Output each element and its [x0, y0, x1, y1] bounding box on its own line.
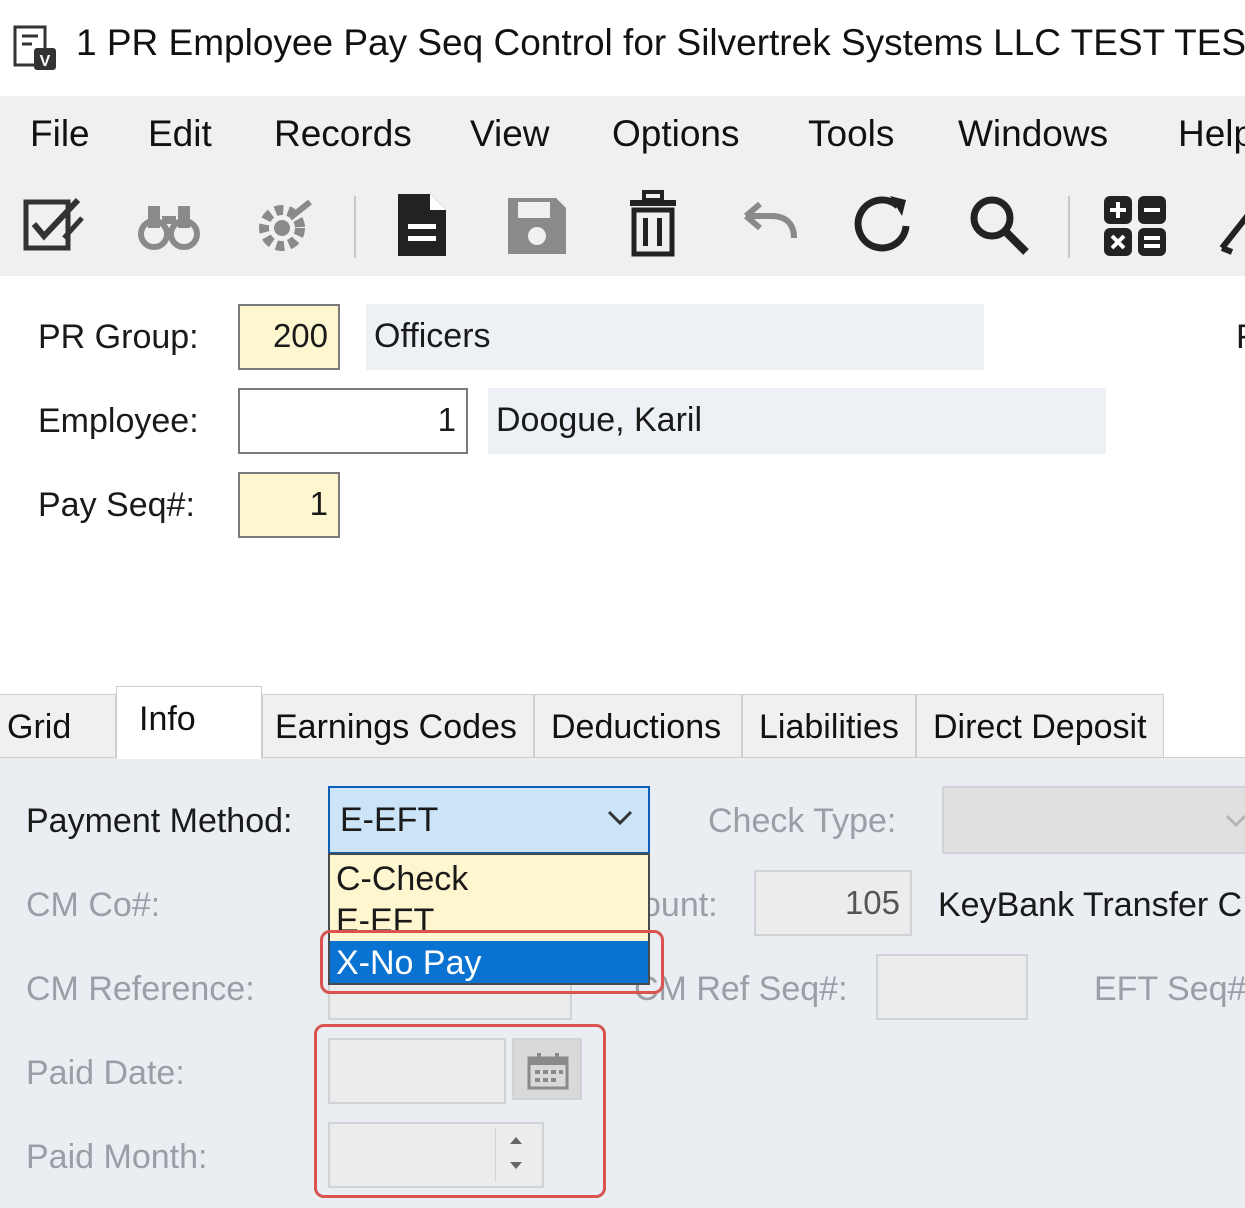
cm-account-label: ount:	[642, 886, 718, 924]
menu-options[interactable]: Options	[612, 113, 740, 155]
paid-month-label: Paid Month:	[26, 1138, 208, 1176]
binoculars-icon[interactable]	[132, 188, 206, 262]
undo-icon[interactable]	[730, 188, 804, 262]
link-icon[interactable]	[1212, 188, 1245, 262]
toolbar-separator	[1068, 196, 1070, 258]
settings-gear-icon[interactable]	[246, 188, 320, 262]
check-type-select[interactable]	[942, 786, 1245, 854]
payment-method-select[interactable]: E-EFT	[328, 786, 650, 854]
menu-help[interactable]: Help	[1178, 113, 1245, 155]
option-c-check[interactable]: C-Check	[330, 857, 648, 901]
employee-label: Employee:	[38, 402, 199, 440]
menu-bar: File Edit Records View Options Tools Win…	[0, 96, 1245, 174]
pay-seq-input[interactable]: 1	[238, 472, 340, 538]
annotation-highlight-no-pay	[320, 930, 664, 994]
svg-text:V: V	[40, 53, 51, 70]
tab-strip: Grid Info Earnings Codes Deductions Liab…	[0, 686, 1245, 759]
app-icon: V	[12, 24, 58, 72]
tab-info[interactable]: Info	[116, 686, 262, 759]
eft-seq-label: EFT Seq#	[1094, 970, 1245, 1008]
menu-windows[interactable]: Windows	[958, 113, 1108, 155]
employee-name: Doogue, Karil	[488, 388, 1106, 454]
chevron-down-icon	[1225, 814, 1245, 828]
menu-records[interactable]: Records	[274, 113, 412, 155]
cm-ref-seq-label: CM Ref Seq#:	[634, 970, 848, 1008]
cm-reference-label: CM Reference:	[26, 970, 255, 1008]
toolbar-separator	[354, 196, 356, 258]
employee-input[interactable]: 1	[238, 388, 468, 454]
menu-view[interactable]: View	[470, 113, 550, 155]
tab-deductions[interactable]: Deductions	[534, 694, 742, 758]
delete-icon[interactable]	[616, 188, 690, 262]
tab-grid[interactable]: Grid	[0, 694, 116, 758]
menu-tools[interactable]: Tools	[808, 113, 894, 155]
cm-account-input[interactable]: 105	[754, 870, 912, 936]
cm-account-description: KeyBank Transfer C	[938, 886, 1243, 924]
annotation-highlight-paid-fields	[314, 1024, 606, 1198]
tab-direct-deposit[interactable]: Direct Deposit	[916, 694, 1164, 758]
window-title: 1 PR Employee Pay Seq Control for Silver…	[76, 22, 1245, 63]
refresh-icon[interactable]	[846, 188, 920, 262]
cutoff-label: F	[1236, 318, 1245, 357]
toolbar	[0, 174, 1245, 276]
pr-group-description: Officers	[366, 304, 984, 370]
paid-date-label: Paid Date:	[26, 1054, 185, 1092]
new-record-icon[interactable]	[384, 188, 458, 262]
search-icon[interactable]	[962, 188, 1036, 262]
payment-method-value: E-EFT	[340, 801, 439, 839]
tab-liabilities[interactable]: Liabilities	[742, 694, 916, 758]
menu-file[interactable]: File	[30, 113, 90, 155]
check-type-label: Check Type:	[708, 802, 897, 840]
pr-group-input[interactable]: 200	[238, 304, 340, 370]
calculator-icon[interactable]	[1098, 188, 1172, 262]
edit-checkbox-icon[interactable]	[16, 188, 90, 262]
title-bar: V 1 PR Employee Pay Seq Control for Silv…	[0, 0, 1245, 96]
tab-earnings-codes[interactable]: Earnings Codes	[262, 694, 534, 758]
save-icon[interactable]	[500, 188, 574, 262]
menu-edit[interactable]: Edit	[148, 113, 212, 155]
payment-method-label: Payment Method:	[26, 802, 293, 840]
pay-seq-label: Pay Seq#:	[38, 486, 195, 524]
cm-co-label: CM Co#:	[26, 886, 161, 924]
chevron-down-icon	[607, 810, 633, 826]
pr-group-label: PR Group:	[38, 318, 199, 356]
cm-ref-seq-input[interactable]	[876, 954, 1028, 1020]
